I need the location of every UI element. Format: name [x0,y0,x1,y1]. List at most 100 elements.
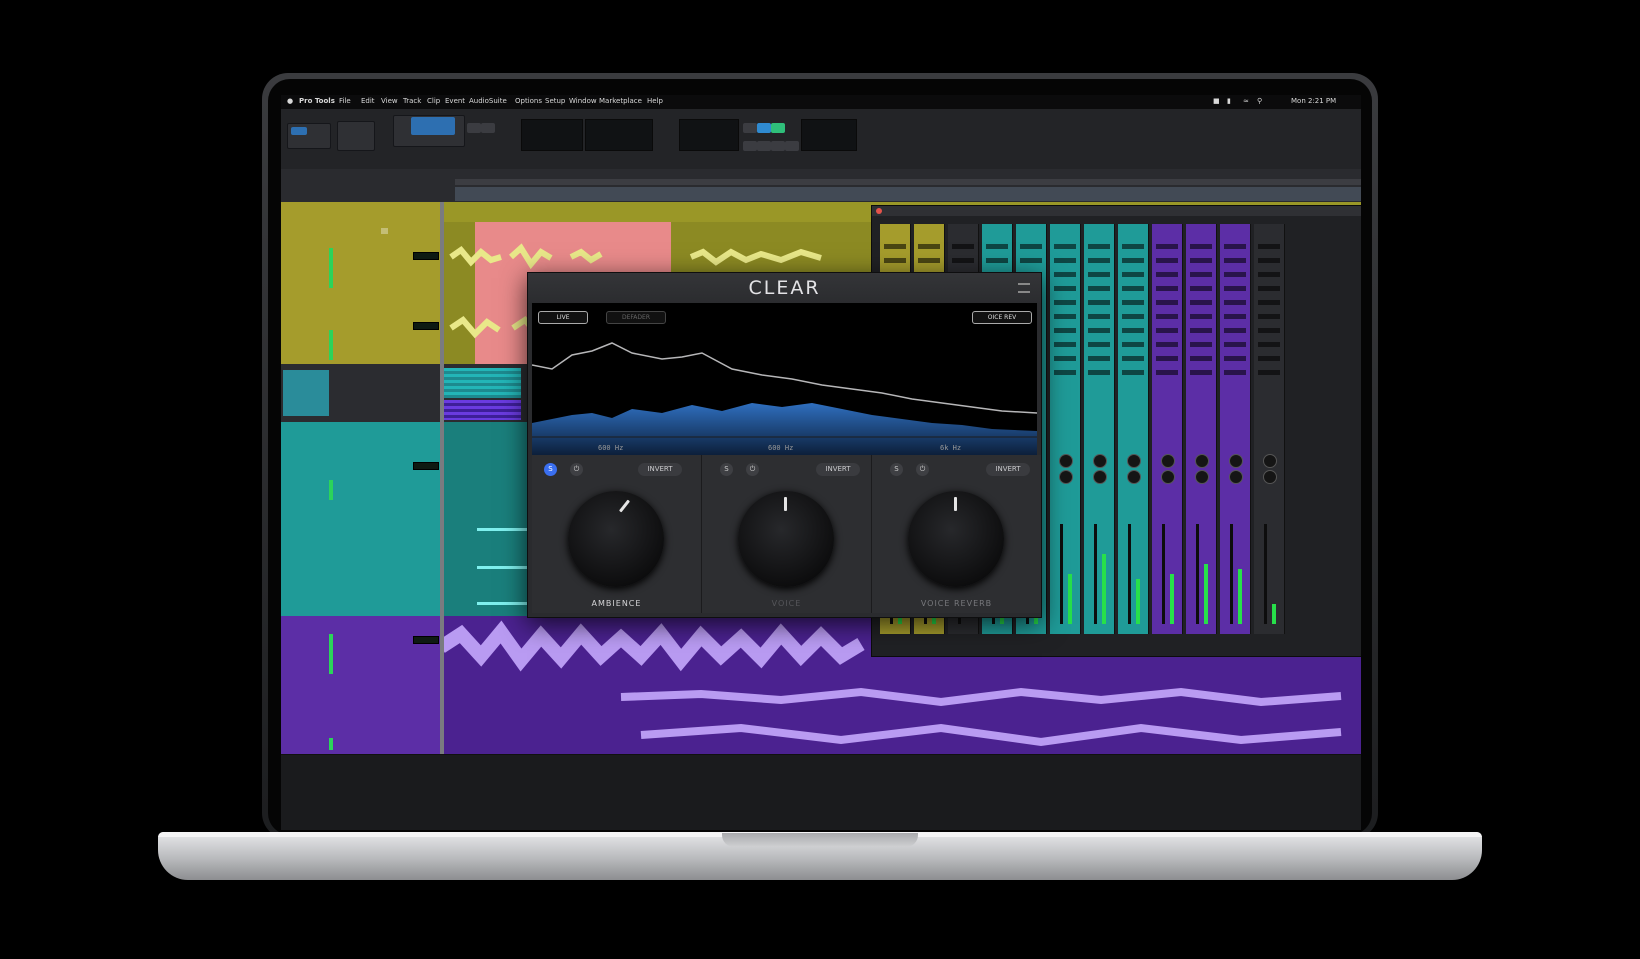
pan-knob[interactable] [1093,470,1107,484]
insert-slot[interactable] [1122,286,1144,291]
insert-slot[interactable] [1054,342,1076,347]
menu-item-help[interactable]: Help [647,97,663,105]
insert-slot[interactable] [1258,370,1280,375]
insert-slot[interactable] [1190,342,1212,347]
track-header-teal-2[interactable] [281,504,441,543]
volume-fader[interactable] [1094,524,1097,624]
insert-slot[interactable] [1054,328,1076,333]
power-icon[interactable]: ⏻ [746,463,759,476]
insert-slot[interactable] [1190,328,1212,333]
insert-slot[interactable] [1224,370,1246,375]
close-icon[interactable] [876,208,882,214]
insert-slot[interactable] [1156,356,1178,361]
volume-fader[interactable] [1162,524,1165,624]
insert-slot[interactable] [1156,370,1178,375]
track-header-teal-3[interactable] [281,542,441,581]
stop-icon[interactable] [743,123,757,133]
timeline-rulers[interactable] [281,169,1361,203]
battery-icon[interactable]: ▮ [1227,97,1231,105]
mixer-channel-strip[interactable] [1220,224,1251,634]
insert-slot[interactable] [1122,328,1144,333]
pan-knob[interactable] [1263,454,1277,468]
insert-slot[interactable] [1122,314,1144,319]
menu-item-marketplace[interactable]: Marketplace [599,97,642,105]
insert-slot[interactable] [1190,286,1212,291]
insert-slot[interactable] [884,244,906,249]
clip-purple-stripes[interactable] [441,400,521,420]
insert-slot[interactable] [1122,258,1144,263]
insert-slot[interactable] [1190,300,1212,305]
insert-slot[interactable] [1156,286,1178,291]
insert-slot[interactable] [1088,356,1110,361]
pan-knob[interactable] [1059,470,1073,484]
voice-reverb-invert-button[interactable]: INVERT [986,463,1030,476]
control-center-icon[interactable]: ■ [1213,97,1220,105]
insert-slot[interactable] [1224,244,1246,249]
mixer-channel-strip[interactable] [1152,224,1183,634]
transport-loop[interactable] [771,141,785,151]
track-header-purple-2[interactable] [281,678,441,717]
apple-icon[interactable]: ● [287,97,293,105]
pan-knob[interactable] [1229,454,1243,468]
insert-slot[interactable] [1224,356,1246,361]
insert-slot[interactable] [1224,286,1246,291]
preset-selector[interactable]: OICE REV [972,311,1032,324]
wifi-icon[interactable]: ≈ [1243,97,1249,105]
midi-note[interactable] [477,566,531,569]
power-icon[interactable]: ⏻ [916,463,929,476]
insert-slot[interactable] [1088,342,1110,347]
insert-slot[interactable] [1224,272,1246,277]
track-volume-display[interactable] [413,636,439,644]
insert-slot[interactable] [986,258,1008,263]
insert-slot[interactable] [1258,314,1280,319]
track-header-purple-3[interactable] [281,716,441,755]
menu-item-view[interactable]: View [381,97,398,105]
insert-slot[interactable] [1122,356,1144,361]
insert-slot[interactable] [1156,272,1178,277]
midi-note[interactable] [477,528,531,531]
insert-slot[interactable] [1122,244,1144,249]
live-toggle[interactable]: LIVE [538,311,588,324]
pencil-tool-button[interactable] [481,123,495,133]
ambience-invert-button[interactable]: INVERT [638,463,682,476]
insert-slot[interactable] [1054,272,1076,277]
insert-slot[interactable] [1156,300,1178,305]
defader-toggle[interactable]: DEFADER [606,311,666,324]
search-icon[interactable]: ⚲ [1257,97,1262,105]
insert-slot[interactable] [1088,286,1110,291]
menu-item-track[interactable]: Track [403,97,421,105]
insert-slot[interactable] [1122,342,1144,347]
insert-slot[interactable] [1054,314,1076,319]
pan-knob[interactable] [1195,470,1209,484]
tempo-display[interactable] [801,119,857,151]
track-header-teal-4[interactable] [281,580,441,617]
selection-display[interactable] [679,119,739,151]
insert-slot[interactable] [1156,314,1178,319]
insert-slot[interactable] [1258,244,1280,249]
insert-slot[interactable] [1054,244,1076,249]
insert-slot[interactable] [1190,370,1212,375]
sub-counter[interactable] [585,119,653,151]
track-header-yellow-1[interactable] [281,222,441,293]
insert-slot[interactable] [1088,328,1110,333]
insert-slot[interactable] [1088,314,1110,319]
pan-knob[interactable] [1195,454,1209,468]
insert-slot[interactable] [1054,370,1076,375]
ambience-knob[interactable] [568,491,664,587]
insert-slot[interactable] [1122,300,1144,305]
menu-icon[interactable] [1018,283,1030,293]
solo-button-voice[interactable]: S [720,463,733,476]
pan-knob[interactable] [1229,470,1243,484]
midi-note[interactable] [477,602,531,605]
menu-item-edit[interactable]: Edit [361,97,375,105]
insert-slot[interactable] [1190,314,1212,319]
insert-slot[interactable] [1258,328,1280,333]
insert-slot[interactable] [1054,286,1076,291]
menu-item-options[interactable]: Options [515,97,542,105]
insert-slot[interactable] [1156,342,1178,347]
insert-slot[interactable] [1224,342,1246,347]
insert-slot[interactable] [1156,258,1178,263]
pan-knob[interactable] [1127,454,1141,468]
track-volume-display[interactable] [413,462,439,470]
insert-slot[interactable] [952,258,974,263]
